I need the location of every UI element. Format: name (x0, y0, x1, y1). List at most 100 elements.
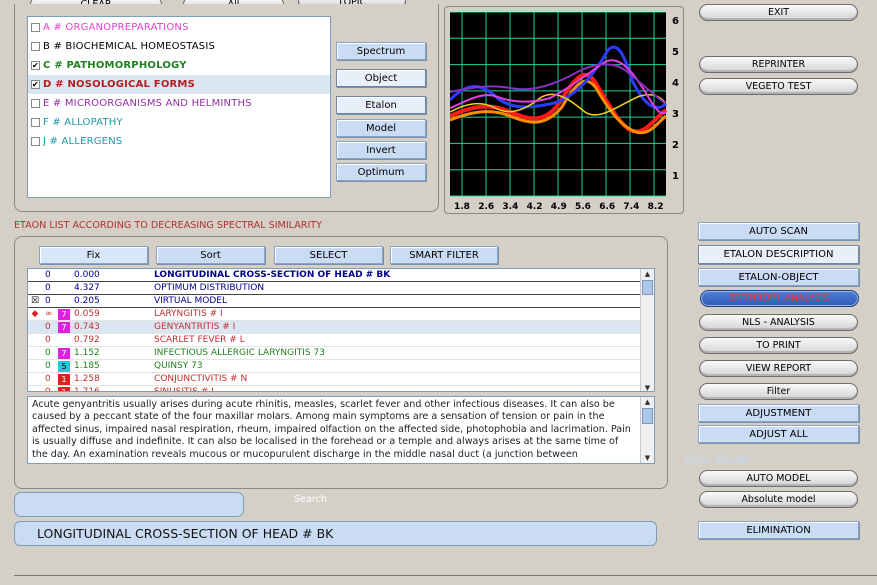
etalon-description-button[interactable]: ETALON DESCRIPTION (698, 245, 859, 264)
optimum-button[interactable]: Optimum (336, 163, 426, 181)
etalon-object-button[interactable]: ETALON-OBJECT (698, 268, 859, 286)
row-value: 0.205 (74, 296, 100, 306)
row-tag (58, 283, 70, 294)
chart-x-tick: 8.2 (648, 202, 664, 212)
table-scrollbar[interactable]: ▲ ▼ (640, 269, 654, 391)
category-item[interactable]: E # MICROORGANISMS AND HELMINTHS (28, 94, 330, 113)
to-print-button[interactable]: TO PRINT (699, 337, 858, 354)
row-tag: 7 (58, 308, 70, 320)
table-row[interactable]: 0 1 1.716 SINUSITIS # I (28, 386, 654, 392)
category-checkbox[interactable] (31, 118, 40, 127)
adjust-all-button[interactable]: ADJUST ALL (698, 425, 859, 443)
category-list: A # ORGANOPREPARATIONS B # BIOCHEMICAL HO… (27, 16, 331, 198)
row-value: 1.185 (74, 361, 100, 371)
table-row[interactable]: 0 7 1.152 INFECTIOUS ALLERGIC LARYNGITIS 73 (28, 347, 654, 360)
row-value: 0.000 (74, 270, 100, 280)
category-label: E # MICROORGANISMS AND HELMINTHS (43, 98, 252, 109)
row-zero: 0 (45, 387, 51, 392)
exit-button[interactable]: EXIT (699, 4, 858, 21)
spectrum-button[interactable]: Spectrum (336, 42, 426, 60)
desc-scroll-thumb[interactable] (642, 408, 653, 424)
auto-model-label: Auto Model (685, 453, 750, 467)
row-name: QUINSY 73 (154, 361, 203, 371)
category-label: D # NOSOLOGICAL FORMS (43, 79, 195, 90)
auto-model-button[interactable]: AUTO MODEL (699, 470, 858, 487)
select-button[interactable]: SELECT (274, 246, 383, 264)
etalon-table: 0 0.000 LONGITUDINAL CROSS-SECTION OF HEAD… (27, 268, 655, 392)
enthropy-analysis-button[interactable]: ENTHROPY ANALYSIS (700, 290, 859, 307)
view-report-button[interactable]: VIEW REPORT (699, 360, 858, 377)
chart-x-tick: 4.2 (527, 202, 543, 212)
reprinter-button[interactable]: REPRINTER (699, 56, 858, 73)
desc-scroll-up-icon[interactable]: ▲ (641, 397, 654, 407)
description-text: Acute genyantritis usually arises during… (32, 399, 631, 460)
row-name: LONGITUDINAL CROSS-SECTION OF HEAD # BK (154, 270, 391, 280)
row-value: 0.792 (74, 335, 100, 345)
row-name: OPTIMUM DISTRIBUTION (154, 283, 265, 293)
row-value: 1.716 (74, 387, 100, 392)
category-checkbox[interactable]: ✔ (31, 61, 40, 70)
category-item[interactable]: ✔ D # NOSOLOGICAL FORMS (28, 75, 330, 94)
absolute-model-button[interactable]: Absolute model (699, 491, 858, 508)
chart-y-tick: 1 (672, 171, 679, 182)
row-zero: 0 (45, 374, 51, 384)
row-mark[interactable]: ☒ (28, 296, 42, 306)
scroll-down-icon[interactable]: ▼ (641, 383, 654, 391)
row-value: 0.059 (74, 309, 100, 319)
table-row[interactable]: 0 5 1.185 QUINSY 73 (28, 360, 654, 373)
row-tag: 1 (58, 386, 70, 391)
category-checkbox[interactable] (31, 23, 40, 32)
vegeto-test-button[interactable]: VEGETO TEST (699, 78, 858, 95)
filter-button[interactable]: Filter (699, 383, 858, 400)
table-row[interactable]: 0 4.327 OPTIMUM DISTRIBUTION (28, 282, 654, 295)
selected-etalon-status: LONGITUDINAL CROSS-SECTION OF HEAD # BK (14, 521, 657, 546)
category-item[interactable]: ✔ C # PATHOMORPHOLOGY (28, 56, 330, 75)
auto-scan-button[interactable]: AUTO SCAN (698, 222, 859, 240)
row-tag (58, 296, 70, 307)
object-button[interactable]: Object (336, 69, 426, 87)
category-item[interactable]: J # ALLERGENS (28, 132, 330, 151)
description-scrollbar[interactable]: ▲ ▼ (640, 397, 654, 463)
category-checkbox[interactable] (31, 137, 40, 146)
table-row[interactable]: 0 0.792 SCARLET FEVER # L (28, 334, 654, 347)
row-tag: 1 (58, 373, 70, 385)
row-name: CONJUNCTIVITIS # N (154, 374, 248, 384)
row-zero: 0 (45, 283, 51, 293)
category-item[interactable]: F # ALLOPATHY (28, 113, 330, 132)
chart-y-tick: 2 (672, 140, 679, 151)
desc-scroll-down-icon[interactable]: ▼ (641, 453, 654, 463)
adjustment-button[interactable]: ADJUSTMENT (698, 404, 859, 422)
scroll-thumb[interactable] (642, 280, 653, 295)
row-value: 1.152 (74, 348, 100, 358)
sort-button[interactable]: Sort (156, 246, 265, 264)
row-name: SCARLET FEVER # L (154, 335, 245, 345)
model-button[interactable]: Model (336, 119, 426, 137)
category-label: F # ALLOPATHY (43, 117, 123, 128)
table-row[interactable]: 0 7 0.743 GENYANTRITIS # I (28, 321, 654, 334)
category-checkbox[interactable] (31, 42, 40, 51)
etalon-button[interactable]: Etalon (336, 96, 426, 114)
category-checkbox[interactable]: ✔ (31, 80, 40, 89)
fix-button[interactable]: Fix (39, 246, 148, 264)
chart-x-tick: 3.4 (502, 202, 518, 212)
row-zero: 0 (45, 348, 51, 358)
category-label: B # BIOCHEMICAL HOMEOSTASIS (43, 41, 216, 52)
category-item[interactable]: A # ORGANOPREPARATIONS (28, 18, 330, 37)
category-label: C # PATHOMORPHOLOGY (43, 60, 187, 71)
row-mark[interactable]: ◆ (28, 309, 42, 319)
nls-analysis-button[interactable]: NLS - ANALYSIS (699, 314, 858, 331)
table-row[interactable]: 0 0.000 LONGITUDINAL CROSS-SECTION OF HEAD… (28, 269, 654, 282)
invert-button[interactable]: Invert (336, 141, 426, 159)
category-item[interactable]: B # BIOCHEMICAL HOMEOSTASIS (28, 37, 330, 56)
category-checkbox[interactable] (31, 99, 40, 108)
scroll-up-icon[interactable]: ▲ (641, 269, 654, 279)
row-value: 1.258 (74, 374, 100, 384)
elimination-button[interactable]: ELIMINATION (698, 521, 859, 539)
smart-filter-button[interactable]: SMART FILTER (390, 246, 498, 264)
table-row[interactable]: ◆ ∞ 7 0.059 LARYNGITIS # I (28, 308, 654, 321)
table-row[interactable]: ☒ 0 0.205 VIRTUAL MODEL (28, 295, 654, 308)
chart-x-tick: 5.6 (575, 202, 591, 212)
spectrum-chart: 6 5 4 3 2 1 1.8 2.6 3.4 4.2 4.9 5.6 6.6 7.4 8.2 (450, 12, 679, 212)
table-row[interactable]: 0 1 1.258 CONJUNCTIVITIS # N (28, 373, 654, 386)
search-input[interactable] (14, 492, 244, 517)
